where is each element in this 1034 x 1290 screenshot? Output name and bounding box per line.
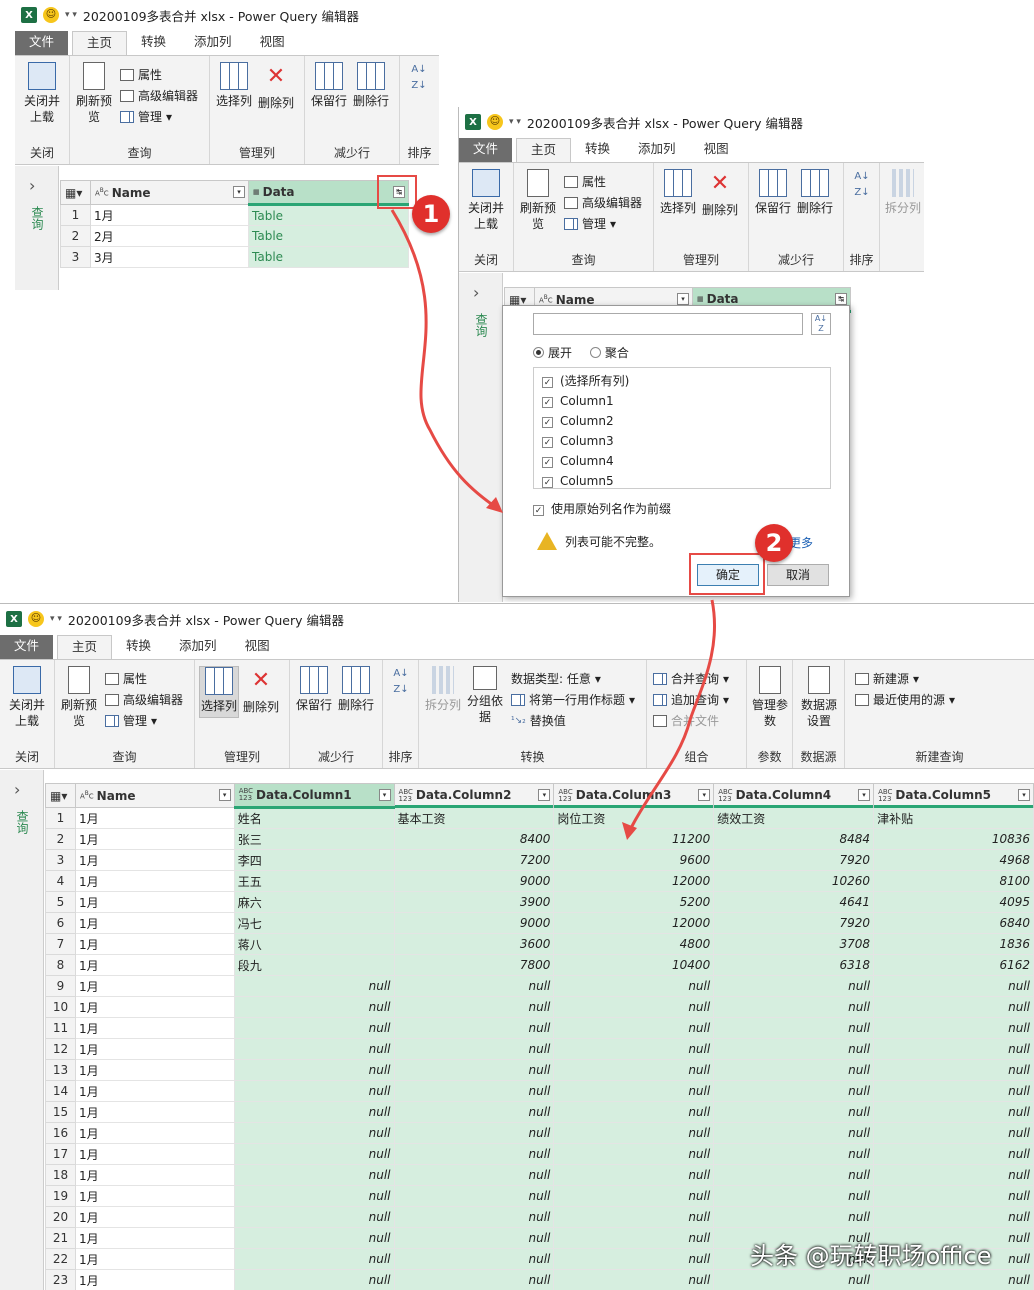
arrow-1 <box>390 209 501 512</box>
arrow-1-head <box>486 497 503 513</box>
annotation-arrows <box>390 209 717 840</box>
arrow-2-head <box>622 822 637 840</box>
arrow-2 <box>628 599 717 831</box>
watermark: 头条 @玩转职场office <box>750 1242 992 1270</box>
